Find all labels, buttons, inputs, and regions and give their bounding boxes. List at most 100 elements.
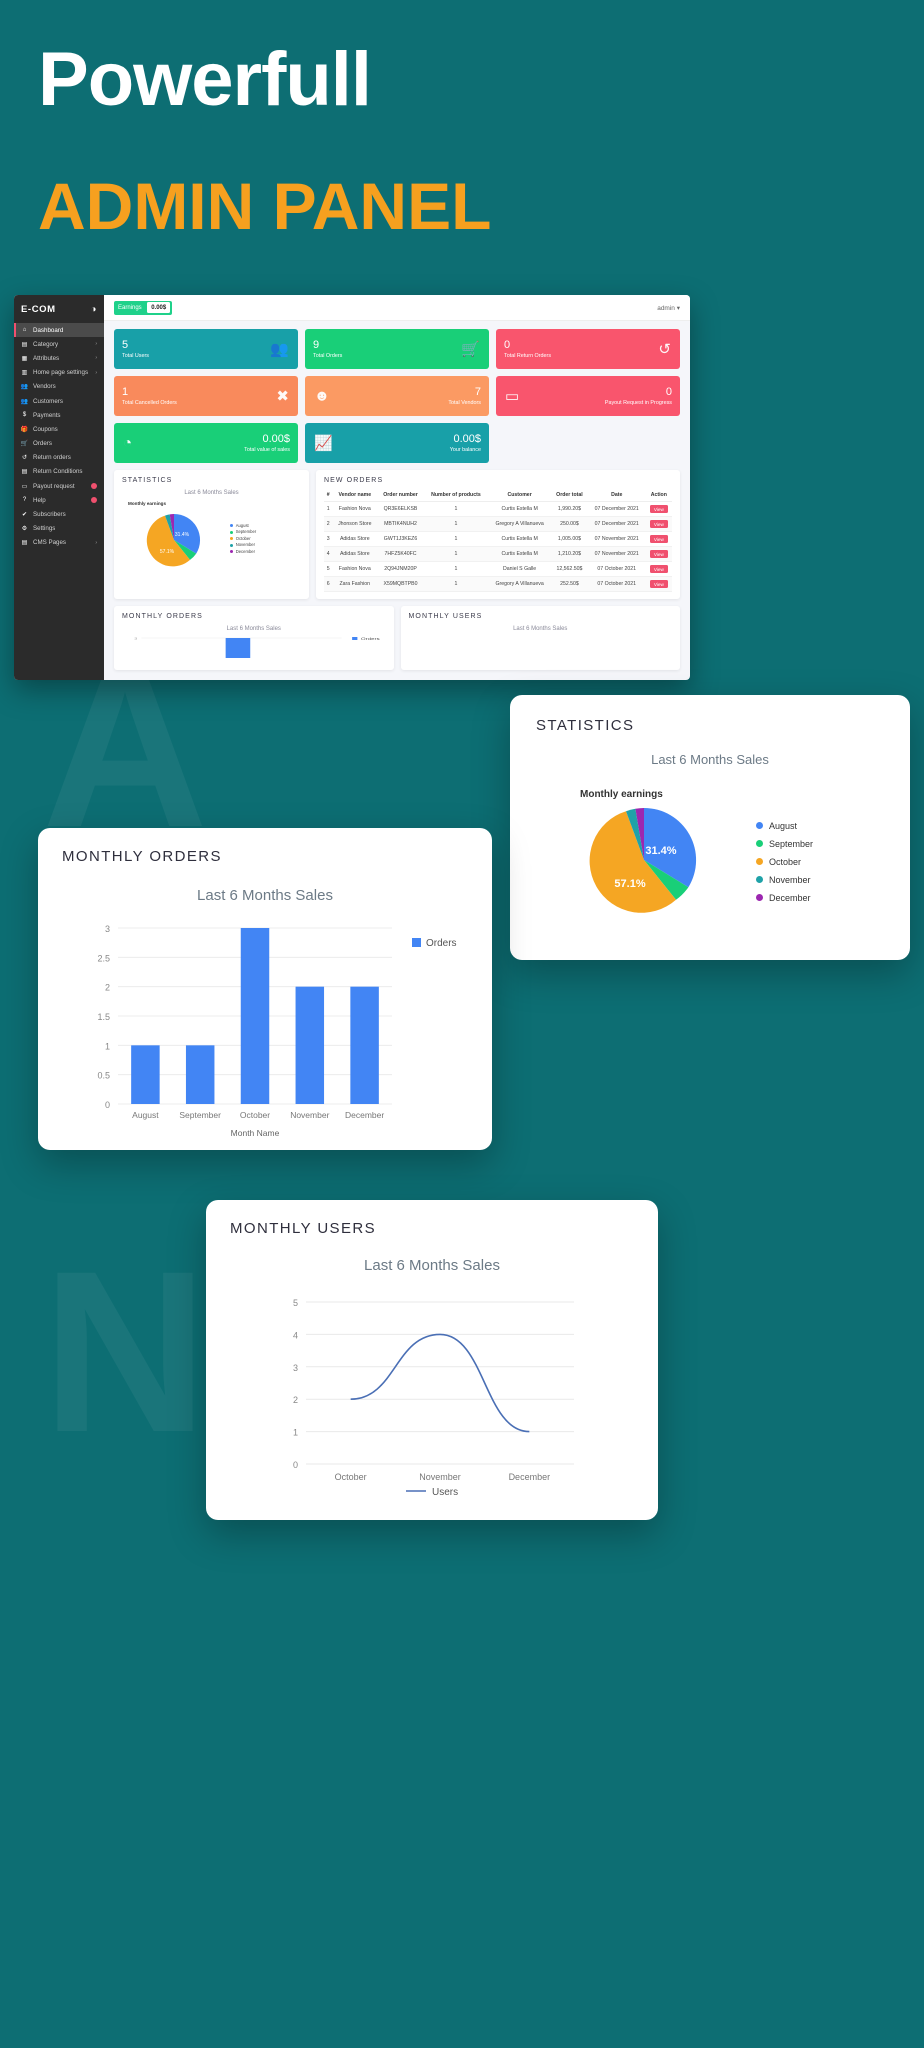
x-axis-tick: November — [419, 1472, 461, 1482]
stat-card-total-orders[interactable]: 🛒 9 Total Orders — [305, 329, 489, 369]
table-cell: 250.00$ — [551, 516, 588, 532]
sidebar-brand[interactable]: E-COM ◑ — [14, 295, 104, 323]
floating-statistics-card: STATISTICS Last 6 Months Sales Monthly e… — [510, 695, 910, 960]
y-axis-tick: 3 — [293, 1363, 298, 1373]
stat-label: Total Vendors — [448, 399, 481, 406]
table-col-header: Date — [587, 489, 646, 502]
table-cell: 07 December 2021 — [587, 501, 646, 517]
stat-card-your-balance[interactable]: 📈 0.00$ Your balance — [305, 423, 489, 463]
legend-item: December — [756, 889, 813, 907]
sidebar-item-label: Subscribers — [33, 511, 66, 519]
legend-item: November — [756, 871, 813, 889]
table-cell: 07 December 2021 — [587, 516, 646, 532]
panels-row: STATISTICS Last 6 Months Sales Monthly e… — [114, 470, 680, 599]
chevron-down-icon: ▾ — [676, 304, 680, 312]
sidebar-item-payout-request[interactable]: ▭ Payout request — [14, 479, 104, 493]
table-cell: 07 November 2021 — [587, 546, 646, 562]
stat-label: Total Cancelled Orders — [122, 399, 177, 406]
sidebar-item-attributes[interactable]: ▦ Attributes › — [14, 351, 104, 365]
sidebar-item-customers[interactable]: 👥 Customers — [14, 394, 104, 408]
y-axis-tick: 1.5 — [97, 1012, 110, 1022]
stat-value: 0.00$ — [453, 432, 481, 445]
user-circle-icon: ☻ — [314, 387, 330, 405]
sidebar-item-settings[interactable]: ⚙ Settings — [14, 522, 104, 536]
mini-monthly-orders-panel: MONTHLY ORDERS Last 6 Months Sales Order… — [114, 606, 394, 670]
sidebar-item-label: Settings — [33, 525, 56, 533]
table-cell: 1,990.20$ — [551, 501, 588, 517]
legend-item: September — [230, 529, 256, 536]
view-button-label: View — [649, 535, 668, 543]
stat-card-total-cancelled-orders[interactable]: ✖ 1 Total Cancelled Orders — [114, 376, 298, 416]
admin-label: admin — [657, 304, 675, 312]
circle-half-icon[interactable]: ◑ — [91, 304, 97, 315]
table-cell: 4 — [324, 546, 333, 562]
stat-value: 0.00$ — [262, 432, 290, 445]
gift-icon: 🎁 — [20, 426, 29, 433]
table-cell: 5 — [324, 561, 333, 577]
notification-dot — [91, 497, 97, 504]
sidebar-item-dashboard[interactable]: ⌂ Dashboard — [14, 323, 104, 338]
sidebar-item-vendors[interactable]: 👥 Vendors — [14, 380, 104, 394]
close-icon: ✖ — [276, 388, 289, 405]
table-col-header: Action — [645, 489, 672, 502]
stat-card-total-value-of-sales[interactable]: ◔ 0.00$ Total value of sales — [114, 423, 298, 463]
bar — [185, 1045, 215, 1104]
y-axis-tick: 5 — [293, 1298, 298, 1308]
brand-label: E-COM — [21, 303, 56, 315]
floating-monthly-orders-card: MONTHLY ORDERS Last 6 Months Sales 0 0.5 1… — [38, 828, 492, 1150]
sidebar-item-coupons[interactable]: 🎁 Coupons — [14, 422, 104, 436]
stat-card-total-vendors[interactable]: ☻ 7 Total Vendors — [305, 376, 489, 416]
stat-card-total-users[interactable]: 👥 5 Total Users — [114, 329, 298, 369]
float-users-title: MONTHLY USERS — [230, 1220, 377, 1237]
view-button-label: View — [649, 565, 668, 573]
table-row: 4 Adidas Store 7HFZ5K40FC 1 Curtis Estella M… — [324, 546, 672, 562]
table-cell: 2 — [324, 516, 333, 532]
y-axis-tick: 3 — [105, 924, 110, 934]
view-button-label: View — [649, 550, 668, 558]
sidebar-item-cms-pages[interactable]: ▤ CMS Pages › — [14, 536, 104, 550]
sidebar-item-subscribers[interactable]: ✔ Subscribers — [14, 507, 104, 521]
table-cell: QR3E6ELKSB — [377, 501, 424, 517]
bar — [240, 928, 270, 1104]
stat-card-total-return-orders[interactable]: ↺ 0 Total Return Orders — [496, 329, 680, 369]
table-cell: Curtis Estella M — [488, 546, 552, 562]
stat-value: 1 — [122, 385, 129, 398]
y-axis-tick: 2 — [105, 983, 110, 993]
table-cell: 1 — [423, 531, 489, 547]
float-statistics-subtitle: Last 6 Months Sales — [651, 752, 769, 767]
y-axis-tick: 1 — [293, 1428, 298, 1438]
view-button-label: View — [649, 505, 668, 513]
stat-card-payout-request-in-progress[interactable]: ▭ 0 Payout Request in Progress — [496, 376, 680, 416]
sidebar-item-payments[interactable]: $ Payments — [14, 408, 104, 422]
sidebar-item-orders[interactable]: 🛒 Orders — [14, 437, 104, 451]
sidebar-item-home-page-settings[interactable]: ▥ Home page settings › — [14, 366, 104, 380]
monthly-users-line-chart: 0 1 2 3 4 5 October November December Users — [293, 1298, 574, 1498]
view-button[interactable]: View — [645, 576, 672, 592]
y-axis-tick: 0 — [293, 1460, 298, 1470]
view-button[interactable]: View — [645, 561, 672, 577]
home-icon: ⌂ — [22, 327, 27, 334]
chevron-right-icon: › — [95, 355, 97, 362]
view-button[interactable]: View — [645, 501, 672, 517]
cart-icon: 🛒 — [461, 341, 480, 358]
admin-dropdown[interactable]: admin ▾ — [657, 304, 680, 312]
view-button[interactable]: View — [645, 546, 672, 562]
hero-section: Powerfull ADMIN PANEL — [0, 0, 924, 244]
sidebar-item-return-orders[interactable]: ↺ Return orders — [14, 451, 104, 465]
view-button[interactable]: View — [645, 531, 672, 547]
bar — [295, 986, 325, 1104]
check-icon: ✔ — [21, 512, 28, 519]
sidebar-item-return-conditions[interactable]: ▤ Return Conditions — [14, 465, 104, 479]
pages-icon: ▤ — [21, 540, 28, 547]
table-cell: 1 — [423, 561, 489, 577]
table-col-header: Order number — [377, 489, 424, 502]
new-orders-table: # Vendor name Order number Number of produc… — [324, 489, 672, 592]
mini-users-subtitle: Last 6 Months Sales — [513, 626, 568, 632]
sidebar-item-help[interactable]: ? Help — [14, 493, 104, 507]
sidebar-item-category[interactable]: ▤ Category › — [14, 337, 104, 351]
dashboard-content: Earnings 0.00$ admin ▾ 👥 5 Total Users 🛒 9 To… — [104, 295, 690, 680]
float-pie-chart: 31.4% 57.1% — [589, 807, 697, 913]
gear-icon: ⚙ — [21, 526, 28, 533]
view-button-label: View — [649, 520, 668, 528]
view-button[interactable]: View — [645, 516, 672, 532]
